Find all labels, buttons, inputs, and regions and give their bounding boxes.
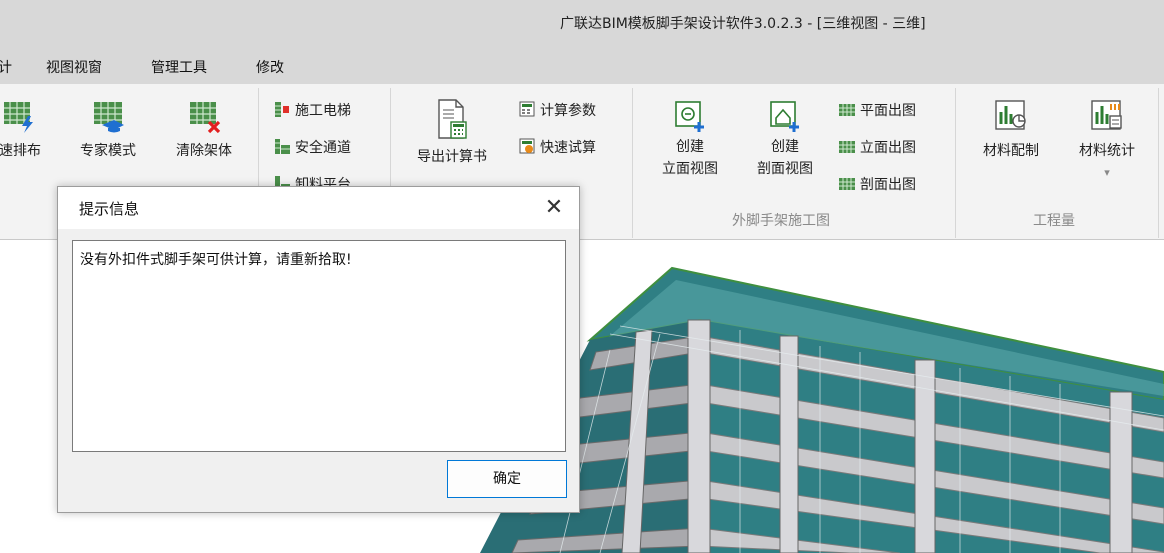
create-elevation-view-button[interactable]: 创建 立面视图 (650, 98, 730, 180)
export-calc-book-label: 导出计算书 (417, 149, 487, 165)
menu-item-modify[interactable]: 修改 (256, 57, 284, 77)
elevation-drawing-icon (839, 141, 855, 153)
ribbon-separator (955, 88, 956, 238)
create-section-line1: 创建 (771, 139, 799, 155)
dialog-message: 没有外扣件式脚手架可供计算，请重新拾取! (80, 252, 352, 268)
elevation-drawing-label: 立面出图 (860, 140, 916, 156)
construction-elevator-button[interactable]: 施工电梯 (273, 100, 351, 120)
quick-calc-button[interactable]: 快速试算 (518, 137, 596, 157)
clear-scaffold-label: 清除架体 (176, 143, 232, 159)
clear-scaffold-button[interactable]: 清除架体 (165, 98, 243, 160)
quick-calc-icon (519, 138, 535, 154)
quick-layout-label: 速排布 (0, 143, 41, 159)
scaffold-graduation-cap-icon (94, 102, 124, 133)
message-text-box[interactable]: 没有外扣件式脚手架可供计算，请重新拾取! (72, 240, 566, 452)
safe-passage-icon (275, 139, 290, 154)
create-section-line2: 剖面视图 (757, 161, 813, 177)
chevron-down-icon[interactable]: ▾ (1065, 166, 1149, 179)
elevation-view-add-icon (675, 101, 704, 132)
ribbon-separator (632, 88, 633, 238)
expert-mode-button[interactable]: 专家模式 (70, 98, 146, 160)
calc-params-button[interactable]: 计算参数 (518, 100, 596, 120)
section-drawing-label: 剖面出图 (860, 177, 916, 193)
menu-item-view-window[interactable]: 视图视窗 (46, 57, 102, 77)
material-config-button[interactable]: 材料配制 (970, 98, 1052, 160)
info-dialog: 提示信息 ✕ 没有外扣件式脚手架可供计算，请重新拾取! 确定 (57, 186, 580, 513)
elevation-drawing-button[interactable]: 立面出图 (838, 137, 916, 157)
calc-params-label: 计算参数 (540, 103, 596, 119)
group-label-quantity: 工程量 (1033, 213, 1075, 229)
ribbon-separator (1158, 88, 1159, 238)
group-label-construction-drawing: 外脚手架施工图 (732, 213, 830, 229)
ok-button[interactable]: 确定 (447, 460, 567, 498)
plan-drawing-button[interactable]: 平面出图 (838, 100, 916, 120)
chart-config-icon (995, 100, 1026, 130)
menu-bar: 计 视图视窗 管理工具 修改 (0, 46, 1164, 84)
scaffold-lightning-icon (4, 102, 33, 133)
plan-drawing-label: 平面出图 (860, 103, 916, 119)
scaffold-delete-icon (190, 102, 221, 134)
dialog-title: 提示信息 (79, 200, 140, 218)
menu-item-design[interactable]: 计 (0, 57, 12, 77)
calc-params-icon (519, 101, 535, 117)
export-calc-book-button[interactable]: 导出计算书 (404, 98, 500, 166)
create-section-view-button[interactable]: 创建 剖面视图 (745, 98, 825, 180)
menu-item-manage-tools[interactable]: 管理工具 (151, 57, 207, 77)
construction-elevator-label: 施工电梯 (295, 103, 351, 119)
safe-passage-button[interactable]: 安全通道 (273, 137, 351, 157)
dialog-title-bar[interactable]: 提示信息 ✕ (58, 187, 579, 229)
material-statistics-label: 材料统计 (1079, 143, 1135, 159)
create-elevation-line1: 创建 (676, 139, 704, 155)
close-icon[interactable]: ✕ (539, 193, 569, 223)
quick-layout-button[interactable]: 速排布 (0, 98, 50, 160)
create-elevation-line2: 立面视图 (662, 161, 718, 177)
section-drawing-icon (839, 178, 855, 190)
elevator-icon (275, 102, 289, 117)
section-drawing-button[interactable]: 剖面出图 (838, 174, 916, 194)
section-view-add-icon (770, 101, 799, 132)
expert-mode-label: 专家模式 (80, 143, 136, 159)
quick-calc-label: 快速试算 (540, 140, 596, 156)
plan-drawing-icon (839, 104, 855, 116)
title-bar: 广联达BIM模板脚手架设计软件3.0.2.3 - [三维视图 - 三维] (0, 0, 1164, 46)
safe-passage-label: 安全通道 (295, 140, 351, 156)
window-title: 广联达BIM模板脚手架设计软件3.0.2.3 - [三维视图 - 三维] (560, 16, 926, 32)
material-config-label: 材料配制 (983, 143, 1039, 159)
material-statistics-button[interactable]: 材料统计 ▾ (1065, 98, 1149, 179)
chart-statistics-icon (1091, 100, 1122, 130)
document-calculator-icon (438, 99, 467, 139)
